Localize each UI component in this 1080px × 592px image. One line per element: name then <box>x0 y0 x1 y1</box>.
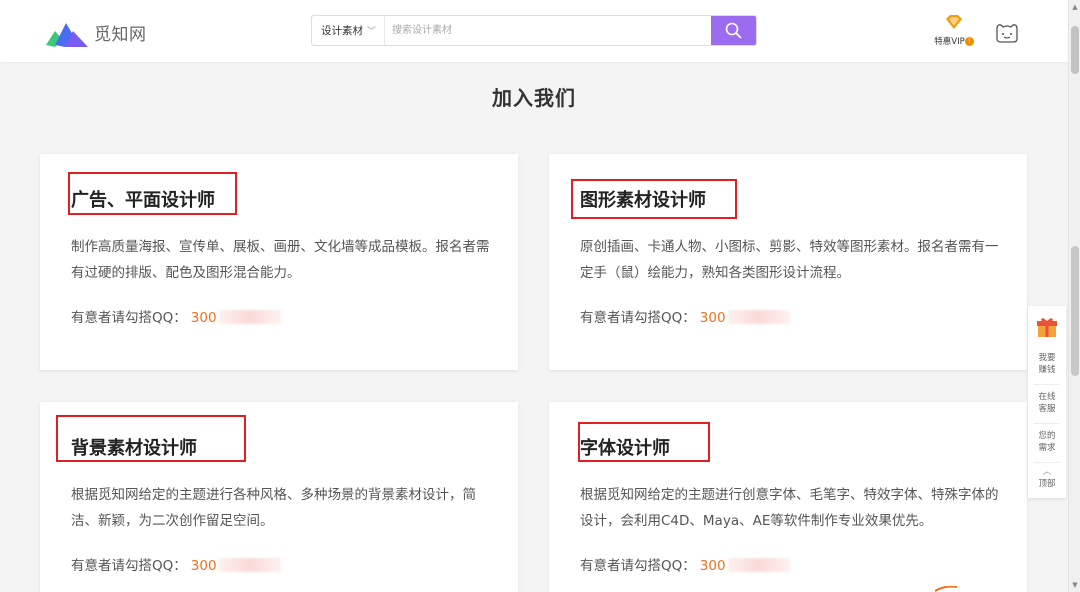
scroll-thumb[interactable] <box>1071 26 1079 74</box>
back-to-top-button[interactable]: ︿ 顶部 <box>1028 466 1066 490</box>
divider <box>1034 384 1060 385</box>
search-bar: 设计素材 ﹀ <box>311 15 757 46</box>
job-title: 广告、平面设计师 <box>71 190 215 211</box>
search-icon <box>725 22 742 39</box>
logo-text: 觅知网 <box>94 24 147 45</box>
job-description: 制作高质量海报、宣传单、展板、画册、文化墙等成品模板。报名者需有过硬的排版、配色… <box>71 239 490 281</box>
scroll-down-arrow-icon[interactable]: ▼ <box>1069 578 1080 592</box>
page-scrollbar[interactable]: ▲ ▼ <box>1068 0 1080 592</box>
search-category-label: 设计素材 <box>321 25 363 37</box>
job-card-font-designer: 字体设计师 根据觅知网给定的主题进行创意字体、毛笔字、特效字体、特殊字体的设计，… <box>549 402 1027 592</box>
logo[interactable]: 觅知网 <box>46 17 147 47</box>
your-request-link[interactable]: 您的 需求 <box>1028 430 1066 454</box>
divider <box>1034 462 1060 463</box>
mizhi-logo-icon <box>46 23 88 47</box>
scroll-track-marker <box>1071 246 1079 376</box>
job-description: 原创插画、卡通人物、小图标、剪影、特效等图形素材。报名者需有一定手（鼠）绘能力，… <box>580 239 999 281</box>
site-header: 觅知网 设计素材 ﹀ 特惠VIP! <box>0 0 1068 62</box>
redacted-number <box>727 310 790 324</box>
gift-icon[interactable] <box>1036 316 1058 338</box>
job-contact: 有意者请勾搭QQ： 300 <box>580 306 790 326</box>
divider <box>1034 423 1060 424</box>
user-avatar-icon[interactable] <box>994 20 1020 44</box>
vip-diamond-icon <box>946 15 962 29</box>
job-title: 背景素材设计师 <box>71 438 197 459</box>
online-service-link[interactable]: 在线 客服 <box>1028 391 1066 415</box>
vip-badge: ! <box>964 37 974 46</box>
job-contact: 有意者请勾搭QQ： 300 <box>71 306 281 326</box>
redacted-number <box>218 558 281 572</box>
job-title: 字体设计师 <box>580 438 670 459</box>
search-input[interactable] <box>385 16 711 45</box>
job-contact: 有意者请勾搭QQ： 300 <box>580 554 790 574</box>
job-contact: 有意者请勾搭QQ： 300 <box>71 554 281 574</box>
decor-stroke <box>935 586 957 592</box>
page-title: 加入我们 <box>492 86 576 110</box>
qq-number[interactable]: 300 <box>191 558 217 574</box>
job-description: 根据觅知网给定的主题进行创意字体、毛笔字、特效字体、特殊字体的设计，会利用C4D… <box>580 487 999 529</box>
qq-label: 有意者请勾搭QQ： <box>71 310 187 326</box>
chevron-up-icon: ︿ <box>1042 467 1052 477</box>
redacted-number <box>218 310 281 324</box>
floating-toolbar: 我要 赚钱 在线 客服 您的 需求 ︿ 顶部 <box>1028 306 1066 498</box>
qq-number[interactable]: 300 <box>191 310 217 326</box>
scroll-up-arrow-icon[interactable]: ▲ <box>1069 0 1080 14</box>
search-button[interactable] <box>711 16 756 45</box>
job-card-graphic-material-designer: 图形素材设计师 原创插画、卡通人物、小图标、剪影、特效等图形素材。报名者需有一定… <box>549 154 1027 370</box>
qq-label: 有意者请勾搭QQ： <box>580 310 696 326</box>
qq-label: 有意者请勾搭QQ： <box>580 558 696 574</box>
qq-number[interactable]: 300 <box>700 310 726 326</box>
job-card-graphic-designer: 广告、平面设计师 制作高质量海报、宣传单、展板、画册、文化墙等成品模板。报名者需… <box>40 154 518 370</box>
chevron-down-icon: ﹀ <box>367 27 377 37</box>
vip-label: 特惠VIP! <box>930 35 978 47</box>
search-category-select[interactable]: 设计素材 ﹀ <box>312 16 386 45</box>
earn-money-link[interactable]: 我要 赚钱 <box>1028 352 1066 376</box>
vip-link[interactable]: 特惠VIP! <box>930 14 978 48</box>
qq-number[interactable]: 300 <box>700 558 726 574</box>
redacted-number <box>727 558 790 572</box>
job-description: 根据觅知网给定的主题进行各种风格、多种场景的背景素材设计，简洁、新颖，为二次创作… <box>71 487 476 529</box>
job-card-background-designer: 背景素材设计师 根据觅知网给定的主题进行各种风格、多种场景的背景素材设计，简洁、… <box>40 402 518 592</box>
qq-label: 有意者请勾搭QQ： <box>71 558 187 574</box>
job-title: 图形素材设计师 <box>580 190 706 211</box>
